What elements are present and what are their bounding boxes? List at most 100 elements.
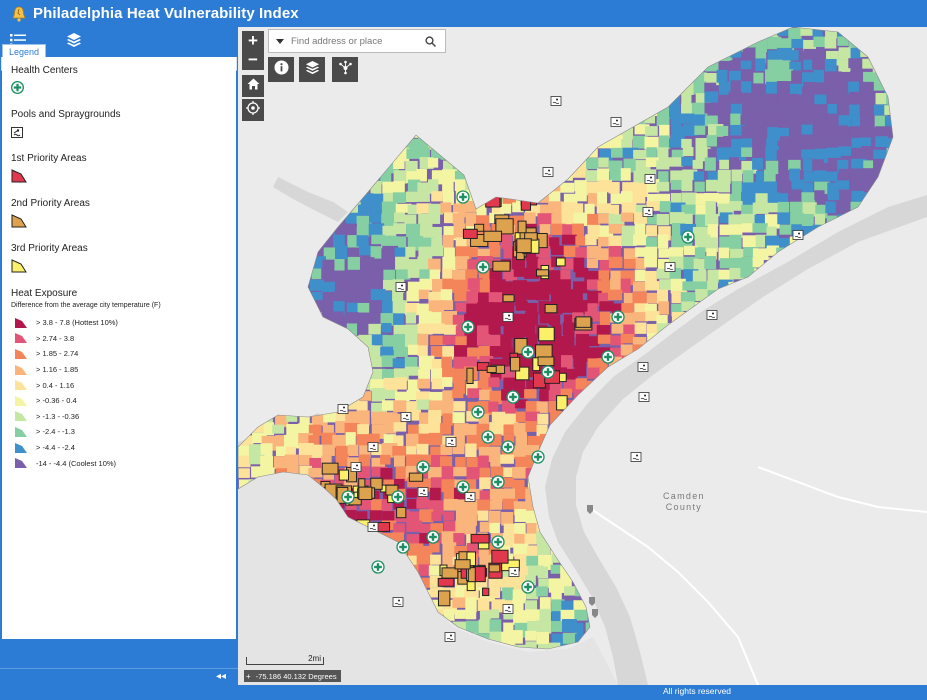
health-center-icon	[531, 450, 545, 464]
crosshair-icon[interactable]: +	[246, 672, 251, 681]
census-tract	[465, 443, 477, 458]
priority-area	[556, 395, 568, 411]
map-view[interactable]: Camden County + − Find address or place …	[238, 27, 927, 685]
locate-button[interactable]	[242, 99, 264, 121]
priority-area	[482, 587, 490, 597]
census-tract	[693, 114, 706, 126]
census-tract	[848, 58, 865, 69]
census-tract	[776, 81, 788, 91]
heat-class-swatch	[15, 348, 27, 359]
census-tract	[838, 168, 851, 182]
pool-icon	[464, 492, 476, 502]
tab-legend[interactable]: Legend	[2, 44, 46, 58]
census-tract	[260, 456, 274, 468]
census-tract	[587, 336, 600, 347]
census-tract	[812, 159, 824, 172]
census-tract	[716, 69, 728, 83]
zoom-out-button[interactable]: −	[242, 50, 264, 70]
census-tract	[608, 181, 620, 194]
health-center-icon	[10, 80, 25, 98]
census-tract	[345, 312, 359, 322]
census-tract	[489, 586, 501, 599]
census-tract	[826, 125, 838, 136]
census-tract	[575, 190, 587, 202]
census-tract	[813, 36, 826, 48]
census-tract	[407, 344, 419, 355]
priority-area	[470, 533, 490, 544]
census-tract	[405, 324, 419, 334]
census-tract	[356, 511, 368, 521]
census-tract	[478, 345, 491, 357]
pool-icon	[610, 117, 622, 127]
census-tract	[406, 290, 420, 302]
analysis-button[interactable]	[332, 57, 358, 82]
home-button[interactable]	[242, 75, 264, 97]
census-tract	[418, 289, 430, 299]
census-tract	[767, 36, 782, 50]
census-tract	[418, 564, 431, 576]
heat-class-row: > 0.4 - 1.16	[11, 377, 236, 393]
info-button[interactable]	[268, 57, 294, 82]
census-tract	[668, 138, 683, 148]
census-tract	[597, 168, 610, 182]
census-tract	[814, 190, 825, 201]
census-tract	[489, 346, 504, 358]
census-tract	[404, 356, 418, 368]
census-tract	[442, 377, 453, 387]
census-tract	[476, 333, 490, 346]
census-tract	[419, 278, 433, 291]
census-tract	[741, 147, 753, 157]
census-tract	[479, 477, 492, 490]
census-tract	[356, 235, 369, 247]
heat-class-label: > 1.85 - 2.74	[36, 349, 79, 359]
zoom-in-button[interactable]: +	[242, 31, 264, 51]
census-tract	[634, 269, 646, 282]
heat-class-swatch	[15, 395, 27, 406]
census-tract	[335, 245, 348, 260]
census-tract	[621, 303, 635, 315]
census-tract	[657, 234, 669, 249]
census-tract	[623, 259, 637, 269]
census-tract	[428, 158, 439, 168]
census-tract	[453, 467, 469, 477]
census-tract	[729, 234, 742, 250]
layers-list-button[interactable]	[58, 27, 90, 57]
pool-icon	[350, 462, 362, 472]
census-tract	[428, 213, 441, 224]
census-tract	[560, 182, 575, 193]
census-tract	[428, 565, 440, 576]
layer-list-button[interactable]	[299, 57, 325, 82]
health-center-icon	[396, 540, 410, 554]
census-tract	[322, 444, 335, 456]
census-tract	[693, 171, 705, 181]
map-canvas[interactable]	[238, 27, 927, 685]
collapse-panel-icon[interactable]: ◂◂	[216, 671, 226, 682]
priority-area	[486, 365, 497, 374]
census-tract	[813, 170, 827, 182]
census-tract	[380, 389, 396, 399]
priority-area	[483, 230, 503, 242]
census-tract	[251, 466, 262, 478]
census-tract	[501, 511, 514, 526]
census-tract	[455, 256, 469, 270]
census-tract	[682, 146, 694, 157]
census-tract	[632, 191, 646, 204]
search-input[interactable]	[291, 35, 419, 47]
search-source-dropdown[interactable]	[269, 38, 291, 44]
camden-label-line2: County	[665, 502, 703, 512]
census-tract	[524, 389, 537, 399]
heat-class-label: > -1.3 - -0.36	[36, 411, 80, 421]
census-tract	[442, 278, 454, 291]
search-icon[interactable]	[419, 35, 441, 47]
census-tract	[525, 609, 541, 622]
heat-class-row: > -4.4 - -2.4	[11, 440, 236, 456]
heat-class-row: > -2.4 - -1.3	[11, 424, 236, 440]
health-center-icon	[391, 490, 405, 504]
census-tract	[645, 281, 660, 291]
legend-heat-subtitle: Difference from the average city tempera…	[11, 302, 161, 309]
census-tract	[694, 181, 705, 192]
census-tract	[357, 279, 369, 289]
census-tract	[407, 379, 419, 391]
census-tract	[238, 468, 250, 478]
census-tract	[452, 213, 465, 225]
